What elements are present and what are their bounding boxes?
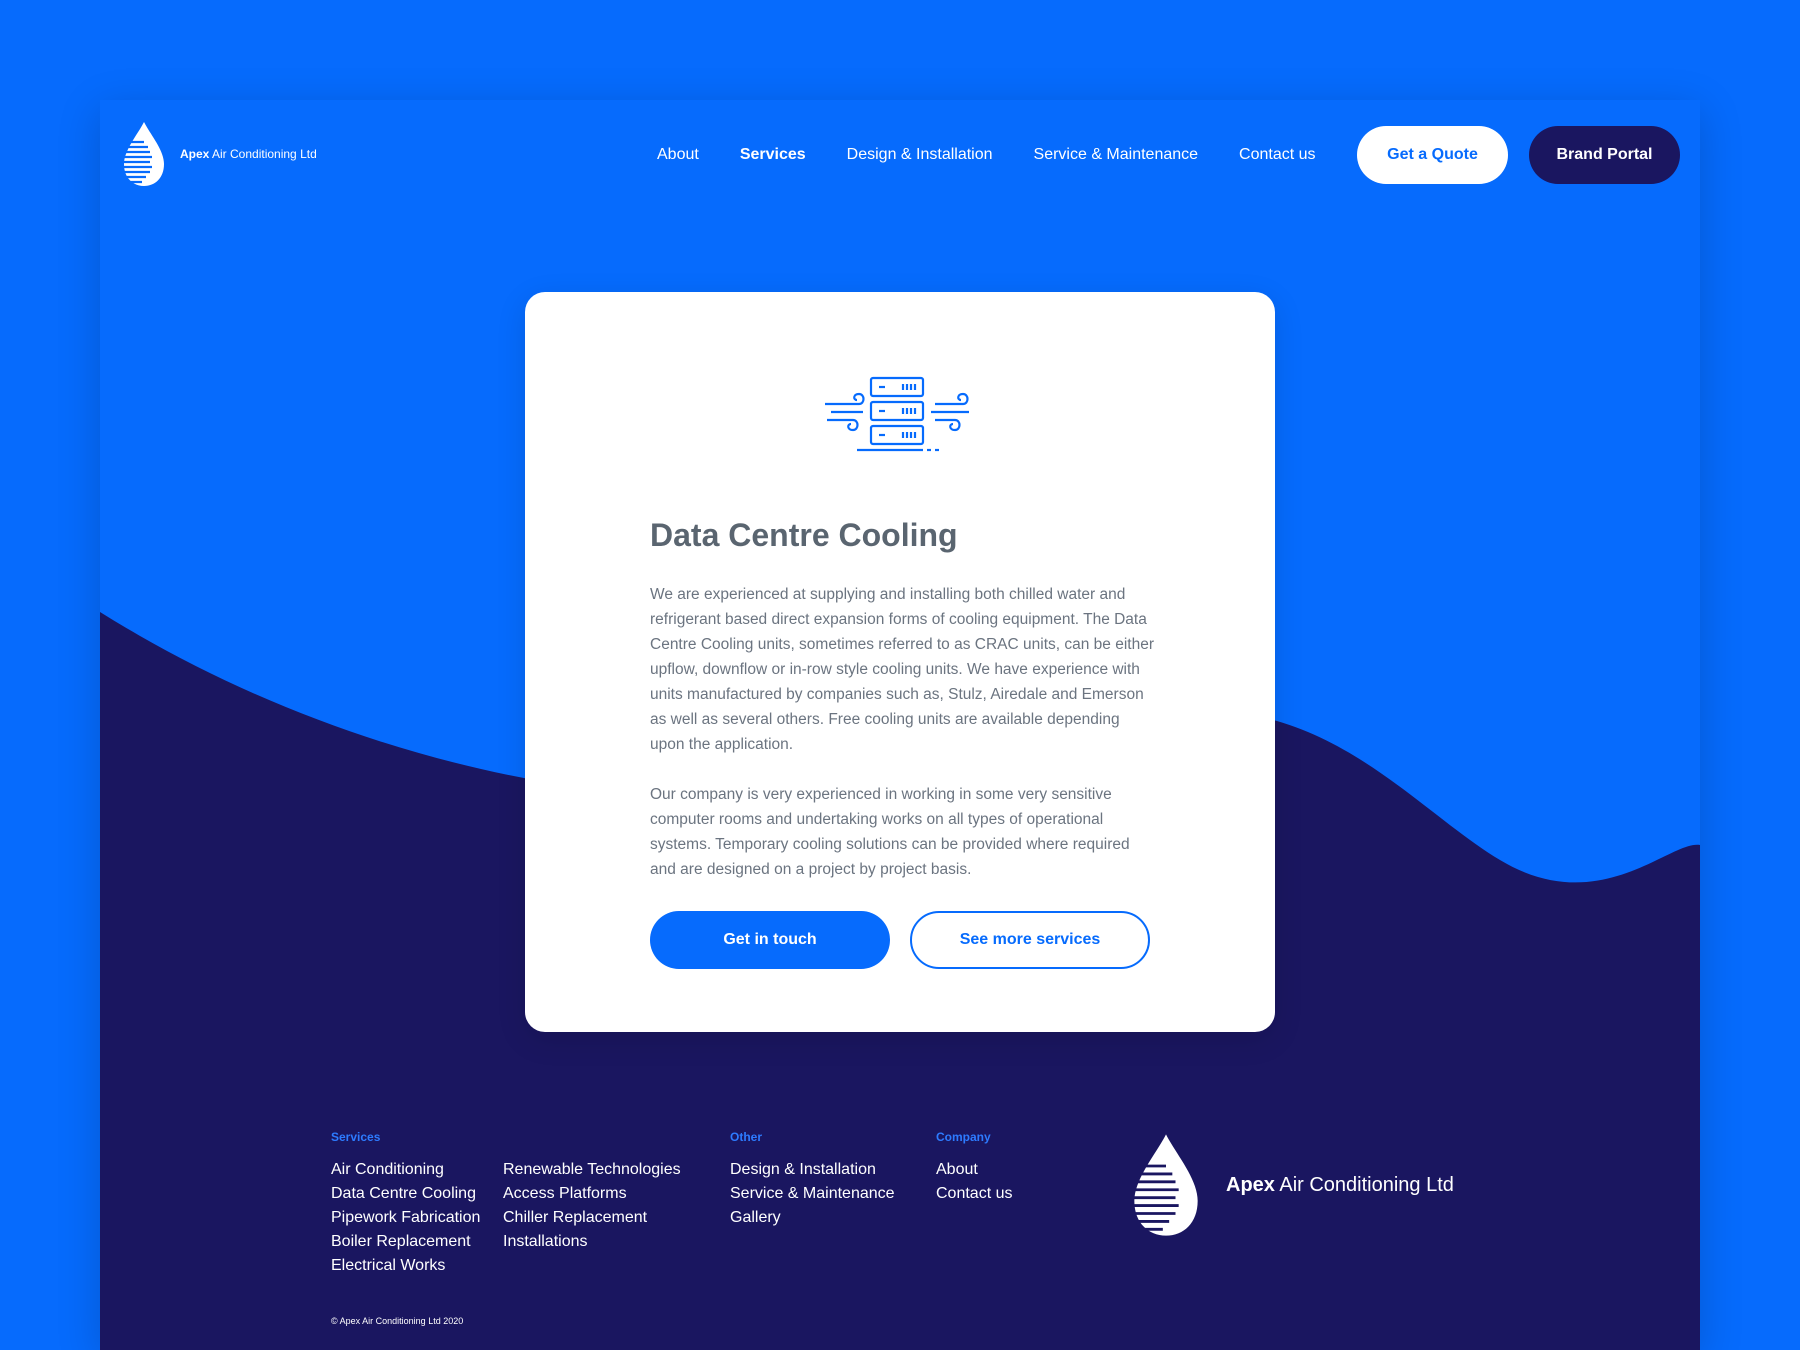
card-paragraph-1: We are experienced at supplying and inst… bbox=[650, 586, 1154, 753]
copyright-text: © Apex Air Conditioning Ltd 2020 bbox=[331, 1316, 464, 1326]
main-nav: About Services Design & Installation Ser… bbox=[657, 146, 1316, 164]
brand-portal-button[interactable]: Brand Portal bbox=[1529, 126, 1680, 184]
footer-link-about[interactable]: About bbox=[936, 1158, 1012, 1182]
footer-link-design-installation[interactable]: Design & Installation bbox=[730, 1158, 895, 1182]
footer-link-gallery[interactable]: Gallery bbox=[730, 1206, 895, 1230]
footer-link-pipework-fabrication[interactable]: Pipework Fabrication bbox=[331, 1206, 480, 1230]
brand-logo[interactable]: Apex Air Conditioning Ltd bbox=[120, 120, 317, 188]
footer-company-heading: Company bbox=[936, 1130, 991, 1144]
footer-link-contact[interactable]: Contact us bbox=[936, 1182, 1012, 1206]
get-in-touch-button[interactable]: Get in touch bbox=[650, 911, 890, 969]
footer-services-heading: Services bbox=[331, 1130, 381, 1144]
footer-link-boiler-replacement[interactable]: Boiler Replacement bbox=[331, 1230, 480, 1254]
footer-other-heading: Other bbox=[730, 1130, 763, 1144]
water-drop-logo-icon bbox=[1128, 1134, 1198, 1236]
server-cooling-icon bbox=[825, 376, 969, 452]
site-header: Apex Air Conditioning Ltd About Services… bbox=[100, 100, 1700, 210]
footer-brand-logo[interactable]: Apex Air Conditioning Ltd bbox=[1128, 1130, 1454, 1240]
footer-link-electrical-works[interactable]: Electrical Works bbox=[331, 1254, 480, 1278]
footer-spacer bbox=[503, 1130, 681, 1144]
brand-name: Apex Air Conditioning Ltd bbox=[180, 147, 317, 161]
page-frame: Apex Air Conditioning Ltd About Services… bbox=[100, 100, 1700, 1350]
card-title: Data Centre Cooling bbox=[650, 517, 958, 553]
footer-brand-name: Apex Air Conditioning Ltd bbox=[1226, 1173, 1454, 1196]
nav-contact[interactable]: Contact us bbox=[1239, 146, 1315, 164]
card-paragraph-2: Our company is very experienced in worki… bbox=[650, 786, 1130, 878]
footer-services-column-2: Renewable Technologies Access Platforms … bbox=[503, 1130, 681, 1254]
see-more-services-button[interactable]: See more services bbox=[910, 911, 1150, 969]
footer-other-column: Other Design & Installation Service & Ma… bbox=[730, 1130, 895, 1230]
service-card: Data Centre Cooling We are experienced a… bbox=[525, 292, 1275, 1032]
footer-link-service-maintenance[interactable]: Service & Maintenance bbox=[730, 1182, 895, 1206]
footer-link-air-conditioning[interactable]: Air Conditioning bbox=[331, 1158, 480, 1182]
nav-services[interactable]: Services bbox=[740, 146, 806, 164]
get-quote-button[interactable]: Get a Quote bbox=[1357, 126, 1508, 184]
footer-link-data-centre-cooling[interactable]: Data Centre Cooling bbox=[331, 1182, 480, 1206]
nav-design-installation[interactable]: Design & Installation bbox=[847, 146, 993, 164]
footer-company-column: Company About Contact us bbox=[936, 1130, 1012, 1206]
footer-link-access-platforms[interactable]: Access Platforms bbox=[503, 1182, 681, 1206]
footer-services-column: Services Air Conditioning Data Centre Co… bbox=[331, 1130, 480, 1278]
nav-about[interactable]: About bbox=[657, 146, 699, 164]
footer-link-renewable-technologies[interactable]: Renewable Technologies bbox=[503, 1158, 681, 1182]
nav-service-maintenance[interactable]: Service & Maintenance bbox=[1034, 146, 1199, 164]
footer-link-installations[interactable]: Installations bbox=[503, 1230, 681, 1254]
footer-link-chiller-replacement[interactable]: Chiller Replacement bbox=[503, 1206, 681, 1230]
water-drop-logo-icon bbox=[120, 122, 164, 186]
